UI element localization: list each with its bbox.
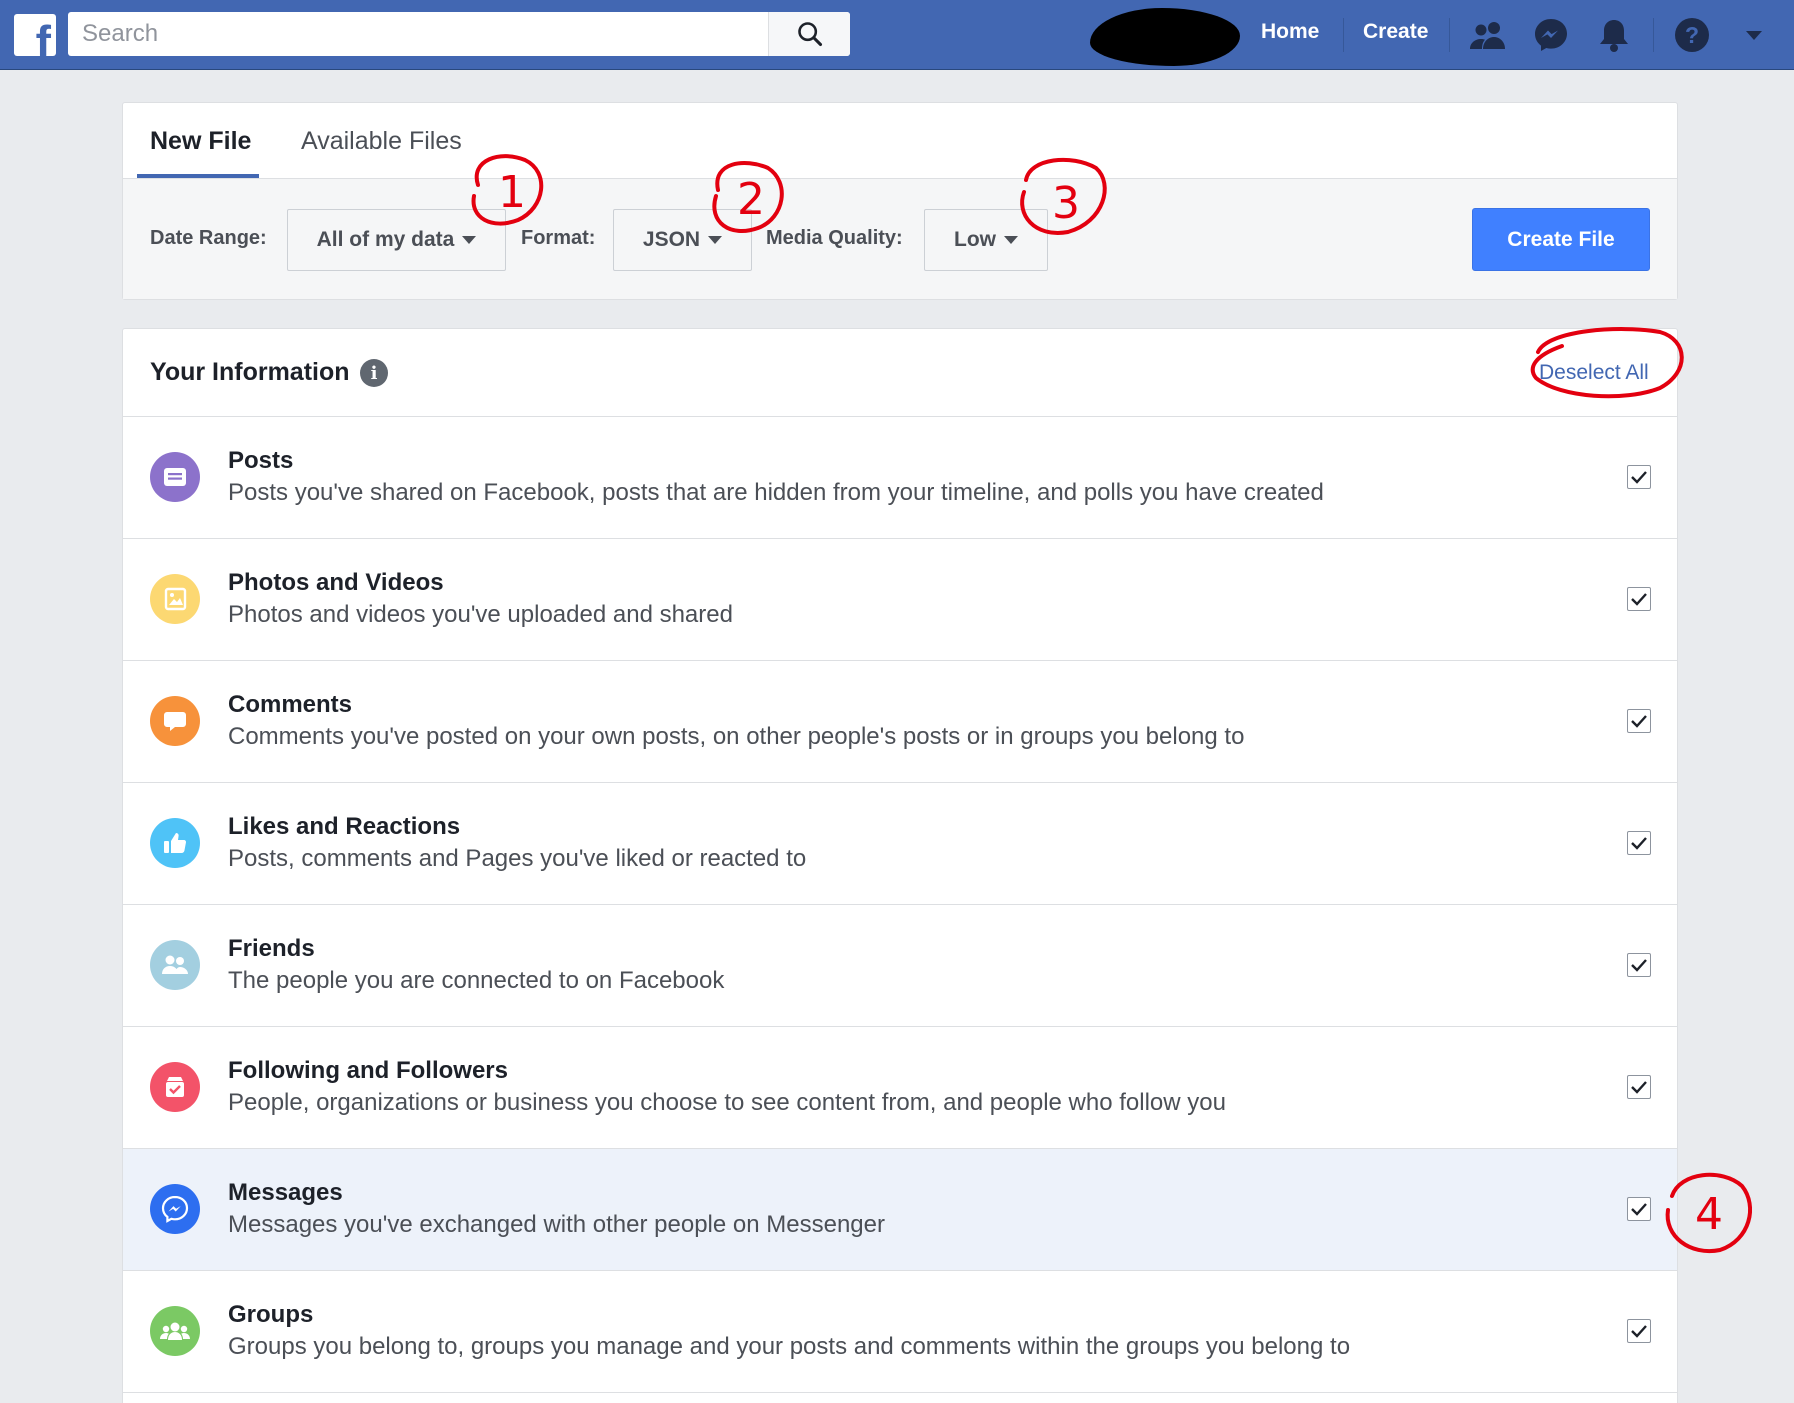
facebook-logo-icon[interactable]: f xyxy=(14,14,56,56)
comment-icon xyxy=(150,696,200,746)
file-options-bar: Date Range: All of my data Format: JSON … xyxy=(123,178,1677,299)
list-item-likes-and-reactions[interactable]: Likes and Reactions Posts, comments and … xyxy=(123,783,1677,905)
messenger-icon[interactable] xyxy=(1530,14,1572,56)
list-item-following-and-followers[interactable]: Following and Followers People, organiza… xyxy=(123,1027,1677,1149)
tab-new-file[interactable]: New File xyxy=(150,127,251,156)
item-description: Photos and videos you've uploaded and sh… xyxy=(228,601,733,628)
messenger-icon xyxy=(150,1184,200,1234)
list-item-groups[interactable]: Groups Groups you belong to, groups you … xyxy=(123,1271,1677,1393)
list-item-friends[interactable]: Friends The people you are connected to … xyxy=(123,905,1677,1027)
search-icon xyxy=(797,22,822,47)
posts-icon xyxy=(150,452,200,502)
create-file-button[interactable]: Create File xyxy=(1472,208,1650,271)
item-title: Photos and Videos xyxy=(228,569,444,596)
nav-divider xyxy=(1449,18,1450,52)
item-description: Posts you've shared on Facebook, posts t… xyxy=(228,479,1324,506)
friends-icon xyxy=(150,940,200,990)
messages-checkbox[interactable] xyxy=(1627,1197,1651,1221)
chevron-down-icon xyxy=(1004,236,1018,244)
media-quality-dropdown[interactable]: Low xyxy=(924,209,1048,271)
list-item-comments[interactable]: Comments Comments you've posted on your … xyxy=(123,661,1677,783)
nav-divider xyxy=(1653,18,1654,52)
media-quality-label: Media Quality: xyxy=(766,227,903,249)
format-value: JSON xyxy=(642,228,701,251)
item-title: Following and Followers xyxy=(228,1057,508,1084)
account-menu-icon[interactable] xyxy=(1733,14,1775,56)
help-icon[interactable]: ? xyxy=(1671,14,1713,56)
date-range-value: All of my data xyxy=(316,228,455,251)
chevron-down-icon xyxy=(708,236,723,244)
search-button[interactable] xyxy=(768,12,850,56)
list-item-photos-and-videos[interactable]: Photos and Videos Photos and videos you'… xyxy=(123,539,1677,661)
section-title: Your Information xyxy=(150,358,350,386)
tab-available-files[interactable]: Available Files xyxy=(301,127,462,156)
checkmark-icon xyxy=(1631,1203,1647,1216)
item-title: Messages xyxy=(228,1179,343,1206)
item-description: People, organizations or business you ch… xyxy=(228,1089,1226,1116)
item-description: Posts, comments and Pages you've liked o… xyxy=(228,845,807,872)
redacted-profile-name xyxy=(1090,8,1240,66)
create-link[interactable]: Create xyxy=(1363,20,1428,44)
format-dropdown[interactable]: JSON xyxy=(613,209,752,271)
your-information-card: Your Information i Deselect All Posts Po… xyxy=(122,328,1678,1403)
list-item-posts[interactable]: Posts Posts you've shared on Facebook, p… xyxy=(123,417,1677,539)
groups-checkbox[interactable] xyxy=(1627,1319,1651,1343)
item-title: Groups xyxy=(228,1301,314,1328)
checkmark-icon xyxy=(1631,959,1647,972)
item-title: Likes and Reactions xyxy=(228,813,461,840)
list-item-messages[interactable]: Messages Messages you've exchanged with … xyxy=(123,1149,1677,1271)
your-information-header: Your Information i Deselect All xyxy=(123,329,1677,417)
date-range-label: Date Range: xyxy=(150,227,267,249)
annotation-circle-4 xyxy=(1665,1172,1752,1254)
item-description: The people you are connected to on Faceb… xyxy=(228,967,725,994)
comments-checkbox[interactable] xyxy=(1627,709,1651,733)
groups-icon xyxy=(150,1306,200,1356)
friends-icon[interactable] xyxy=(1467,14,1509,56)
posts-checkbox[interactable] xyxy=(1627,465,1651,489)
home-link[interactable]: Home xyxy=(1261,20,1319,44)
checkmark-icon xyxy=(1631,471,1647,484)
item-title: Posts xyxy=(228,447,294,474)
deselect-all-link[interactable]: Deselect All xyxy=(1539,361,1649,385)
checkmark-icon xyxy=(1631,837,1647,850)
top-navigation-bar: f Home Create ? xyxy=(0,0,1794,70)
search-box xyxy=(68,12,850,56)
checkmark-icon xyxy=(1631,1325,1647,1338)
format-label: Format: xyxy=(521,227,596,249)
item-description: Comments you've posted on your own posts… xyxy=(228,723,1245,750)
thumbs-up-icon xyxy=(150,818,200,868)
svg-text:?: ? xyxy=(1685,22,1699,48)
likes-and-reactions-checkbox[interactable] xyxy=(1627,831,1651,855)
checkmark-icon xyxy=(1631,593,1647,606)
photos-and-videos-checkbox[interactable] xyxy=(1627,587,1651,611)
annotation-number-4: 4 xyxy=(1695,1189,1723,1240)
following-icon xyxy=(150,1062,200,1112)
notifications-icon[interactable] xyxy=(1593,14,1635,56)
info-icon[interactable]: i xyxy=(360,359,388,387)
chevron-down-icon xyxy=(462,236,477,244)
checkmark-icon xyxy=(1631,715,1647,728)
media-quality-value: Low xyxy=(954,228,996,251)
checkmark-icon xyxy=(1631,1081,1647,1094)
friends-checkbox[interactable] xyxy=(1627,953,1651,977)
following-and-followers-checkbox[interactable] xyxy=(1627,1075,1651,1099)
search-input[interactable] xyxy=(68,12,768,56)
download-options-card: New File Available Files Date Range: All… xyxy=(122,102,1678,300)
item-title: Comments xyxy=(228,691,353,718)
item-description: Groups you belong to, groups you manage … xyxy=(228,1333,1351,1360)
date-range-dropdown[interactable]: All of my data xyxy=(287,209,506,271)
item-title: Friends xyxy=(228,935,315,962)
nav-divider xyxy=(1343,18,1344,52)
item-description: Messages you've exchanged with other peo… xyxy=(228,1211,885,1238)
photos-icon xyxy=(150,574,200,624)
